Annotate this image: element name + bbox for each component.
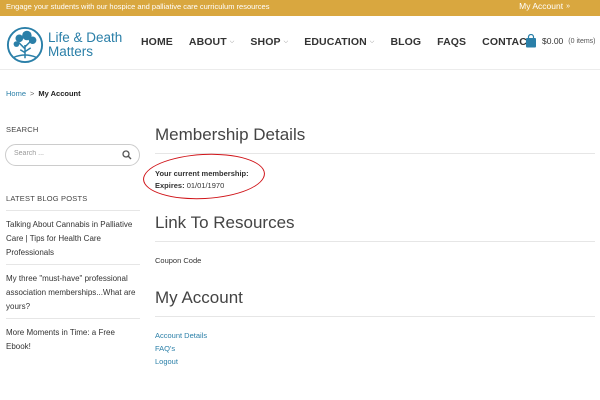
shopping-bag-icon [526, 34, 536, 48]
search-heading: SEARCH [6, 125, 39, 134]
search-input[interactable] [14, 150, 114, 157]
top-bar: Engage your students with our hospice an… [0, 0, 600, 16]
sidebar-divider [6, 264, 140, 265]
my-account-heading: My Account [155, 288, 243, 307]
nav-about[interactable]: ABOUT ⌵ [189, 36, 235, 48]
top-my-account-label: My Account [519, 1, 564, 11]
latest-posts-heading: LATEST BLOG POSTS [6, 194, 88, 203]
nav-shop-label: SHOP [250, 36, 281, 48]
blog-post-link[interactable]: My three "must-have" professional associ… [6, 272, 140, 314]
promo-text[interactable]: Engage your students with our hospice an… [6, 2, 269, 11]
membership-heading: Membership Details [155, 125, 306, 144]
main-nav: HOME ABOUT ⌵ SHOP ⌵ EDUCATION ⌵ BLOG FAQS C… [141, 36, 549, 48]
nav-about-label: ABOUT [188, 36, 227, 48]
cart-total: $0.00 [542, 36, 564, 46]
nav-home[interactable]: HOME [141, 36, 173, 48]
nav-education-label: EDUCATION [304, 36, 367, 48]
cart-widget[interactable]: $0.00 (0 items) [525, 34, 596, 48]
section-divider [155, 316, 595, 317]
site-logo[interactable]: Life & Death Matters [6, 25, 136, 65]
chevron-down-icon: ⌵ [369, 38, 375, 45]
blog-post-link[interactable]: Talking About Cannabis in Palliative Car… [6, 218, 140, 260]
faqs-link[interactable]: FAQ's [155, 344, 175, 353]
coupon-code-label: Coupon Code [155, 256, 202, 265]
breadcrumb-separator: > [30, 89, 35, 98]
nav-blog-label: BLOG [390, 36, 422, 48]
nav-faqs-label: FAQS [437, 36, 467, 48]
annotation-circle [141, 150, 267, 203]
section-divider [155, 241, 595, 242]
sidebar-divider [6, 210, 140, 211]
tree-icon [6, 26, 44, 64]
account-details-link[interactable]: Account Details [155, 331, 207, 340]
chevron-down-icon: ⌵ [283, 38, 289, 45]
search-icon[interactable] [122, 150, 132, 160]
site-header: Life & Death Matters HOME ABOUT ⌵ SHOP ⌵ E… [0, 16, 600, 70]
nav-home-label: HOME [141, 36, 173, 48]
logout-link[interactable]: Logout [155, 357, 178, 366]
nav-faqs[interactable]: FAQS [437, 36, 466, 48]
nav-blog[interactable]: BLOG [390, 36, 421, 48]
sidebar-divider [6, 318, 140, 319]
chevron-right-icon: » [566, 2, 570, 10]
search-box [5, 144, 140, 166]
logo-wordmark: Life & Death Matters [48, 31, 122, 59]
chevron-down-icon: ⌵ [229, 38, 235, 45]
logo-line-1: Life & Death [48, 30, 123, 45]
resources-heading: Link To Resources [155, 213, 295, 232]
logo-line-2: Matters [48, 44, 94, 59]
top-my-account-link[interactable]: My Account » [519, 1, 570, 11]
nav-shop[interactable]: SHOP ⌵ [250, 36, 288, 48]
breadcrumb-current: My Account [38, 89, 81, 98]
breadcrumb-home[interactable]: Home [6, 89, 26, 98]
blog-post-link[interactable]: More Moments in Time: a Free Ebook! [6, 326, 140, 354]
cart-count: (0 items) [568, 37, 596, 45]
breadcrumb: Home > My Account [6, 89, 81, 98]
nav-education[interactable]: EDUCATION ⌵ [304, 36, 374, 48]
